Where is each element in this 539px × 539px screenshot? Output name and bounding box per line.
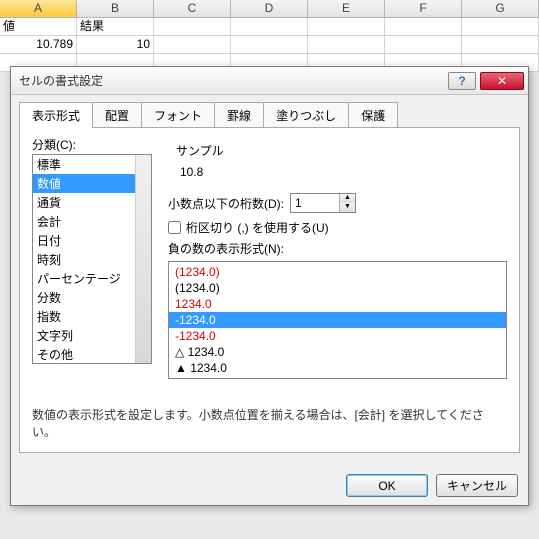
- ok-button[interactable]: OK: [346, 474, 428, 497]
- help-button[interactable]: ?: [448, 72, 476, 90]
- decimals-label: 小数点以下の桁数(D):: [168, 195, 284, 212]
- negative-label: 負の数の表示形式(N):: [168, 240, 507, 257]
- sample-label: サンプル: [176, 142, 499, 159]
- sample-box: サンプル 10.8: [168, 136, 507, 185]
- col-header-d[interactable]: D: [231, 0, 308, 17]
- table-row: 10.789 10: [0, 36, 539, 54]
- category-item[interactable]: 文字列: [33, 326, 151, 345]
- tab-protection[interactable]: 保護: [348, 102, 398, 128]
- tab-strip: 表示形式 配置 フォント 罫線 塗りつぶし 保護: [11, 95, 528, 127]
- scrollbar[interactable]: [135, 155, 151, 363]
- category-item[interactable]: その他: [33, 345, 151, 364]
- format-cells-dialog: セルの書式設定 ? ✕ 表示形式 配置 フォント 罫線 塗りつぶし 保護 分類(…: [10, 66, 529, 506]
- col-header-g[interactable]: G: [462, 0, 539, 17]
- category-item[interactable]: 通貨: [33, 193, 151, 212]
- negative-format-item[interactable]: (1234.0): [169, 264, 506, 280]
- close-icon: ✕: [497, 74, 507, 88]
- thousands-label: 桁区切り (,) を使用する(U): [186, 219, 329, 236]
- tab-fill[interactable]: 塗りつぶし: [263, 102, 349, 128]
- close-button[interactable]: ✕: [480, 72, 524, 90]
- negative-format-list[interactable]: (1234.0)(1234.0)1234.0-1234.0-1234.0△ 12…: [168, 261, 507, 379]
- spin-down-icon[interactable]: ▼: [339, 203, 355, 212]
- tab-number[interactable]: 表示形式: [19, 102, 93, 128]
- cell-a2[interactable]: 10.789: [0, 36, 77, 53]
- decimals-input[interactable]: [291, 194, 339, 212]
- col-header-f[interactable]: F: [385, 0, 462, 17]
- category-item[interactable]: 分数: [33, 288, 151, 307]
- cancel-button[interactable]: キャンセル: [436, 474, 518, 497]
- negative-format-item[interactable]: -1234.0: [169, 312, 506, 328]
- negative-format-item[interactable]: (1234.0): [169, 280, 506, 296]
- cell-a1[interactable]: 値: [0, 18, 77, 35]
- col-header-c[interactable]: C: [154, 0, 231, 17]
- category-list[interactable]: 標準数値通貨会計日付時刻パーセンテージ分数指数文字列その他ユーザー定義: [32, 154, 152, 364]
- tab-panel-number: 分類(C): 標準数値通貨会計日付時刻パーセンテージ分数指数文字列その他ユーザー…: [19, 127, 520, 453]
- sample-value: 10.8: [176, 165, 499, 179]
- category-item[interactable]: 日付: [33, 231, 151, 250]
- category-item[interactable]: 標準: [33, 155, 151, 174]
- decimals-stepper[interactable]: ▲▼: [290, 193, 356, 213]
- category-item[interactable]: 数値: [33, 174, 151, 193]
- negative-format-item[interactable]: 1234.0: [169, 296, 506, 312]
- table-row: 値 結果: [0, 18, 539, 36]
- col-header-a[interactable]: A: [0, 0, 77, 17]
- col-header-e[interactable]: E: [308, 0, 385, 17]
- negative-format-item[interactable]: ▲ 1234.0: [169, 360, 506, 376]
- hint-text: 数値の表示形式を設定します。小数点位置を揃える場合は、[会計] を選択してくださ…: [32, 406, 507, 440]
- negative-format-item[interactable]: -1234.0: [169, 328, 506, 344]
- spin-up-icon[interactable]: ▲: [339, 194, 355, 203]
- category-item[interactable]: 会計: [33, 212, 151, 231]
- cell-b2[interactable]: 10: [77, 36, 154, 53]
- spreadsheet: A B C D E F G 値 結果 10.789 10: [0, 0, 539, 72]
- column-headers: A B C D E F G: [0, 0, 539, 18]
- col-header-b[interactable]: B: [77, 0, 154, 17]
- tab-alignment[interactable]: 配置: [92, 102, 142, 128]
- category-item[interactable]: 時刻: [33, 250, 151, 269]
- dialog-title: セルの書式設定: [15, 72, 444, 89]
- category-item[interactable]: 指数: [33, 307, 151, 326]
- titlebar[interactable]: セルの書式設定 ? ✕: [11, 67, 528, 95]
- negative-format-item[interactable]: △ 1234.0: [169, 344, 506, 360]
- category-item[interactable]: パーセンテージ: [33, 269, 151, 288]
- tab-font[interactable]: フォント: [141, 102, 215, 128]
- cell[interactable]: [154, 18, 231, 35]
- tab-border[interactable]: 罫線: [214, 102, 264, 128]
- cell-b1[interactable]: 結果: [77, 18, 154, 35]
- thousands-checkbox[interactable]: [168, 221, 181, 234]
